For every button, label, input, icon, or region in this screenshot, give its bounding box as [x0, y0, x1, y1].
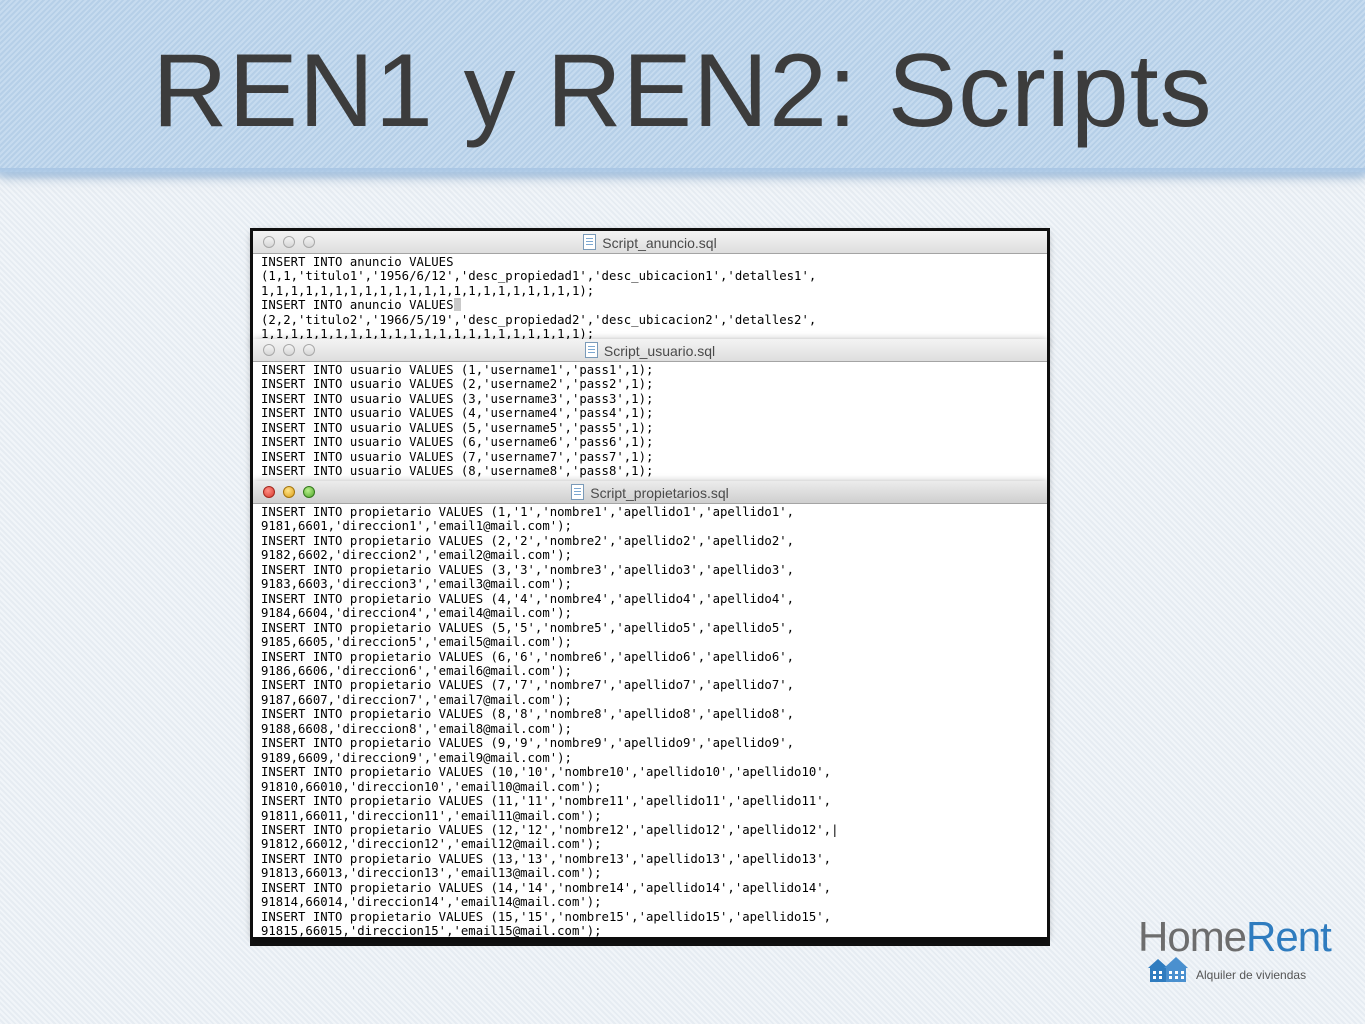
logo-home-text: Home	[1138, 913, 1247, 960]
window-titlebar[interactable]: Script_usuario.sql	[253, 339, 1047, 362]
logo-wordmark: HomeRent	[1138, 913, 1332, 960]
code-line: INSERT INTO anuncio VALUES	[261, 255, 454, 269]
code-line: INSERT INTO anuncio VALUES	[261, 298, 454, 313]
code-line: 9187,6607,'direccion7','email7@mail.com'…	[261, 692, 572, 707]
code-line: INSERT INTO usuario VALUES (7,'username7…	[261, 449, 654, 464]
window-titlebar[interactable]: Script_propietarios.sql	[253, 481, 1047, 504]
code-line: 9189,6609,'direccion9','email9@mail.com'…	[261, 750, 572, 765]
code-line: INSERT INTO propietario VALUES (6,'6','n…	[261, 649, 795, 664]
code-line: INSERT INTO propietario VALUES (9,'9','n…	[261, 736, 795, 751]
document-icon	[583, 234, 597, 250]
code-line: INSERT INTO usuario VALUES (6,'username6…	[261, 435, 654, 450]
window-script-propietarios[interactable]: Script_propietarios.sql INSERT INTO prop…	[253, 481, 1047, 937]
code-line: INSERT INTO propietario VALUES (15,'15',…	[261, 909, 832, 924]
code-line: (2,2,'titulo2','1966/5/19','desc_propied…	[261, 312, 817, 327]
code-line: 9181,6601,'direccion1','email1@mail.com'…	[261, 519, 572, 534]
code-line: INSERT INTO propietario VALUES (4,'4','n…	[261, 591, 795, 606]
code-line: INSERT INTO propietario VALUES (11,'11',…	[261, 794, 832, 809]
code-line: (1,1,'titulo1','1956/6/12','desc_propied…	[261, 269, 817, 284]
code-line: 9188,6608,'direccion8','email8@mail.com'…	[261, 721, 572, 736]
logo-rent-text: Rent	[1246, 913, 1332, 960]
code-line: INSERT INTO usuario VALUES (4,'username4…	[261, 406, 654, 421]
code-line: INSERT INTO propietario VALUES (2,'2','n…	[261, 533, 795, 548]
code-line: INSERT INTO usuario VALUES (1,'username1…	[261, 363, 654, 377]
window-title: Script_usuario.sql	[253, 342, 1047, 359]
code-line: 91815,66015,'direccion15','email15@mail.…	[261, 924, 602, 937]
code-line: 9185,6605,'direccion5','email5@mail.com'…	[261, 635, 572, 650]
code-line: 9186,6606,'direccion6','email6@mail.com'…	[261, 663, 572, 678]
code-editor[interactable]: INSERT INTO usuario VALUES (1,'username1…	[253, 362, 1047, 479]
code-line: 91812,66012,'direccion12','email12@mail.…	[261, 837, 602, 852]
document-icon	[584, 342, 598, 358]
code-line: 9184,6604,'direccion4','email4@mail.com'…	[261, 606, 572, 621]
code-editor[interactable]: INSERT INTO anuncio VALUES (1,1,'titulo1…	[253, 254, 1047, 342]
code-line: 9183,6603,'direccion3','email3@mail.com'…	[261, 577, 572, 592]
code-line: INSERT INTO propietario VALUES (13,'13',…	[261, 851, 832, 866]
window-title-text: Script_anuncio.sql	[602, 235, 717, 251]
window-script-anuncio[interactable]: Script_anuncio.sql INSERT INTO anuncio V…	[253, 231, 1047, 344]
code-line: INSERT INTO propietario VALUES (5,'5','n…	[261, 620, 795, 635]
code-line: 91814,66014,'direccion14','email14@mail.…	[261, 895, 602, 910]
homerent-logo: HomeRent Alquiler de viviendas	[1138, 916, 1338, 988]
code-line: 91813,66013,'direccion13','email13@mail.…	[261, 866, 602, 881]
code-line: 91811,66011,'direccion11','email11@mail.…	[261, 808, 602, 823]
code-line: INSERT INTO propietario VALUES (3,'3','n…	[261, 562, 795, 577]
code-line: INSERT INTO propietario VALUES (10,'10',…	[261, 765, 832, 780]
window-titlebar[interactable]: Script_anuncio.sql	[253, 231, 1047, 254]
code-line: INSERT INTO propietario VALUES (1,'1','n…	[261, 505, 795, 519]
code-line: INSERT INTO propietario VALUES (8,'8','n…	[261, 707, 795, 722]
code-line: INSERT INTO usuario VALUES (5,'username5…	[261, 420, 654, 435]
window-script-usuario[interactable]: Script_usuario.sql INSERT INTO usuario V…	[253, 339, 1047, 481]
screenshot-frame: Script_anuncio.sql INSERT INTO anuncio V…	[250, 228, 1050, 946]
code-line: INSERT INTO usuario VALUES (3,'username3…	[261, 391, 654, 406]
code-line: 91810,66010,'direccion10','email10@mail.…	[261, 779, 602, 794]
slide-title: REN1 y REN2: Scripts	[152, 33, 1213, 149]
logo-tagline: Alquiler de viviendas	[1196, 968, 1307, 982]
window-title-text: Script_usuario.sql	[603, 343, 716, 359]
window-title: Script_propietarios.sql	[253, 484, 1047, 501]
code-line: INSERT INTO propietario VALUES (7,'7','n…	[261, 678, 795, 693]
code-editor[interactable]: INSERT INTO propietario VALUES (1,'1','n…	[253, 504, 1047, 937]
text-cursor	[453, 298, 461, 312]
code-line: INSERT INTO propietario VALUES (14,'14',…	[261, 880, 832, 895]
window-title: Script_anuncio.sql	[253, 234, 1047, 251]
document-icon	[571, 484, 585, 500]
text-cursor: |	[831, 822, 839, 837]
window-title-text: Script_propietarios.sql	[590, 485, 729, 501]
houses-icon	[1148, 957, 1188, 982]
code-line: INSERT INTO usuario VALUES (2,'username2…	[261, 377, 654, 392]
code-line: 1,1,1,1,1,1,1,1,1,1,1,1,1,1,1,1,1,1,1,1,…	[261, 283, 595, 298]
code-line: INSERT INTO usuario VALUES (8,'username8…	[261, 464, 654, 479]
code-line: 9182,6602,'direccion2','email2@mail.com'…	[261, 548, 572, 563]
code-line: INSERT INTO propietario VALUES (12,'12',…	[261, 822, 832, 837]
